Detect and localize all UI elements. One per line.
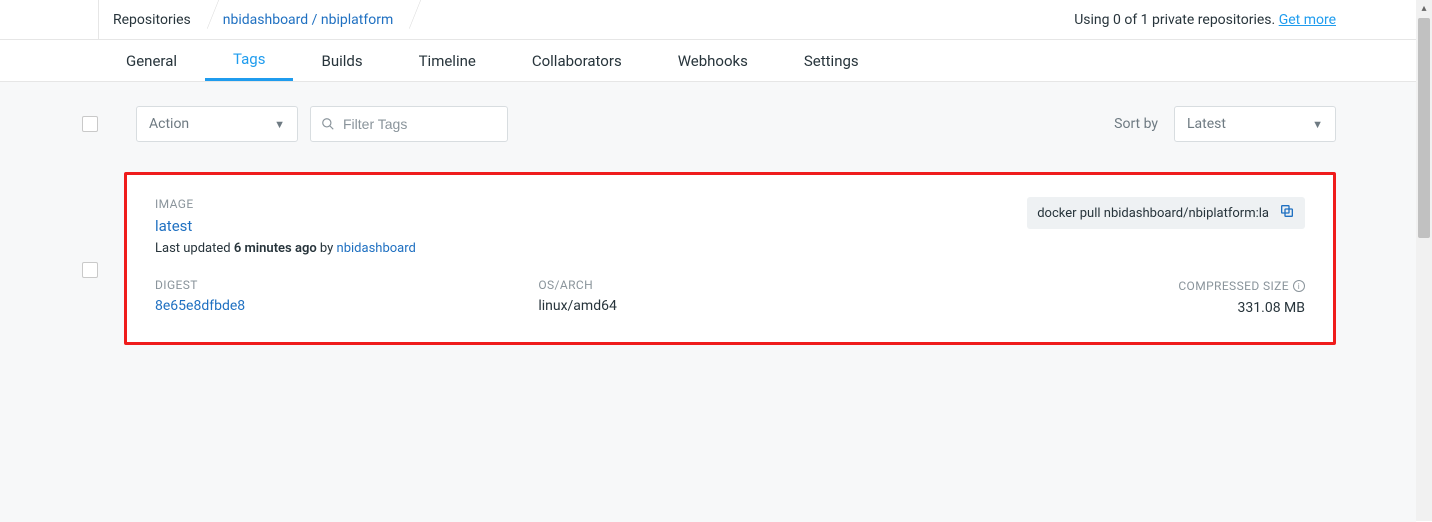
copy-icon[interactable] bbox=[1279, 203, 1295, 223]
tag-name-link[interactable]: latest bbox=[155, 217, 192, 235]
last-updated-ago: 6 minutes ago bbox=[234, 241, 317, 256]
repo-tabs: General Tags Builds Timeline Collaborato… bbox=[0, 40, 1416, 82]
digest-label: DIGEST bbox=[155, 278, 538, 292]
updated-by-user-link[interactable]: nbidashboard bbox=[337, 241, 416, 256]
osarch-value: linux/amd64 bbox=[538, 298, 921, 314]
select-row-checkbox[interactable] bbox=[82, 262, 98, 278]
chevron-down-icon: ▼ bbox=[1312, 118, 1323, 131]
scroll-up-button[interactable]: ▴ bbox=[1416, 0, 1432, 16]
search-icon bbox=[321, 117, 335, 131]
sort-dropdown[interactable]: Latest ▼ bbox=[1174, 106, 1336, 142]
tab-settings[interactable]: Settings bbox=[776, 40, 887, 81]
last-updated-by-word: by bbox=[317, 241, 337, 256]
repo-usage: Using 0 of 1 private repositories. Get m… bbox=[1074, 12, 1336, 28]
filter-tags-input[interactable] bbox=[343, 116, 524, 132]
size-value: 331.08 MB bbox=[922, 300, 1305, 316]
tab-webhooks[interactable]: Webhooks bbox=[650, 40, 776, 81]
last-updated-prefix: Last updated bbox=[155, 241, 234, 256]
tags-toolbar: Action ▼ Sort by Latest ▼ bbox=[80, 106, 1336, 142]
tab-collaborators[interactable]: Collaborators bbox=[504, 40, 650, 81]
tag-card: IMAGE latest Last updated 6 minutes ago … bbox=[124, 172, 1336, 345]
image-label: IMAGE bbox=[155, 197, 416, 211]
tab-tags[interactable]: Tags bbox=[205, 40, 293, 81]
tab-general[interactable]: General bbox=[98, 40, 205, 81]
info-icon[interactable]: i bbox=[1293, 280, 1305, 292]
action-dropdown-label: Action bbox=[149, 116, 189, 132]
tags-panel: Action ▼ Sort by Latest ▼ bbox=[0, 82, 1416, 522]
docker-pull-box: docker pull nbidashboard/nbiplatform:la bbox=[1027, 197, 1305, 229]
size-label: COMPRESSED SIZE bbox=[1178, 279, 1289, 293]
action-dropdown[interactable]: Action ▼ bbox=[136, 106, 298, 142]
docker-pull-command: docker pull nbidashboard/nbiplatform:la bbox=[1037, 206, 1269, 221]
breadcrumb-root[interactable]: Repositories bbox=[98, 0, 209, 40]
top-bar: Repositories nbidashboard / nbiplatform … bbox=[0, 0, 1416, 40]
repo-usage-text: Using 0 of 1 private repositories. bbox=[1074, 12, 1278, 28]
breadcrumb-repo[interactable]: nbidashboard / nbiplatform bbox=[209, 0, 411, 40]
scrollbar-thumb[interactable] bbox=[1418, 18, 1430, 238]
digest-link[interactable]: 8e65e8dfbde8 bbox=[155, 298, 245, 314]
last-updated: Last updated 6 minutes ago by nbidashboa… bbox=[155, 241, 416, 256]
osarch-label: OS/ARCH bbox=[538, 278, 921, 292]
get-more-link[interactable]: Get more bbox=[1279, 12, 1336, 28]
filter-tags-field[interactable] bbox=[310, 106, 508, 142]
select-all-checkbox[interactable] bbox=[82, 116, 98, 132]
sort-dropdown-value: Latest bbox=[1187, 116, 1226, 132]
tab-timeline[interactable]: Timeline bbox=[391, 40, 504, 81]
tab-builds[interactable]: Builds bbox=[293, 40, 390, 81]
sort-by-label: Sort by bbox=[1114, 116, 1158, 132]
chevron-down-icon: ▼ bbox=[274, 118, 285, 131]
breadcrumb: Repositories nbidashboard / nbiplatform bbox=[98, 0, 411, 40]
